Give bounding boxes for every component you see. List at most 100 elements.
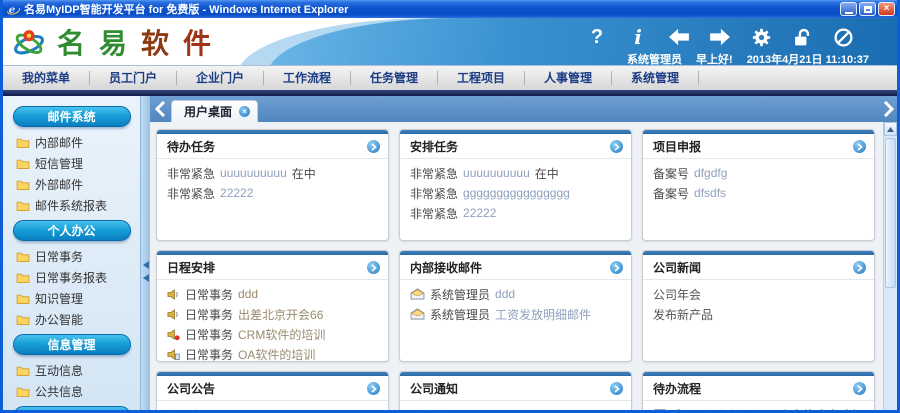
nav-item-hr-mgmt[interactable]: 人事管理 [525, 71, 612, 85]
list-item[interactable]: 日常事务 出差北京开会66 [167, 304, 378, 324]
list-item[interactable]: 非常紧急 22222 [167, 183, 378, 203]
sidebar-section-info-mgmt[interactable]: 信息管理 [12, 334, 131, 355]
nav-item-my-menu[interactable]: 我的菜单 [3, 71, 90, 85]
nav-item-workflow[interactable]: 工作流程 [264, 71, 351, 85]
sidebar-section-personal-office[interactable]: 个人办公 [12, 220, 131, 241]
datetime-text: 2013年4月21日 11:10:37 [746, 54, 869, 65]
tab-close-icon[interactable]: × [239, 106, 251, 117]
block-icon[interactable] [831, 25, 855, 49]
nav-item-project[interactable]: 工程项目 [438, 71, 525, 85]
list-item[interactable]: 系统管理员 工资发放明细邮件 [410, 304, 621, 324]
list-item[interactable]: 备案号 dfsdfs [653, 183, 864, 203]
panel-more-icon[interactable] [610, 140, 623, 153]
panel-more-icon[interactable] [367, 382, 380, 395]
tab-label: 用户桌面 [184, 105, 233, 119]
list-item[interactable]: 任令书 [167, 405, 378, 411]
list-item[interactable]: 公司年会 [653, 284, 864, 304]
settings-gear-icon[interactable] [749, 25, 773, 49]
list-item[interactable]: 系统管理员 ddd [410, 284, 621, 304]
panel-company-news: 公司新闻 公司年会 发布新产品 [642, 250, 875, 362]
scroll-up-icon[interactable] [884, 122, 897, 136]
panel-company-notice: 公司通知 全体大开会 [399, 371, 632, 411]
window-titlebar: e 名易MyIDP智能开发平台 for 免费版 - Windows Intern… [3, 0, 897, 18]
sidebar-item-daily-affairs[interactable]: 日常事务 [3, 246, 140, 267]
panel-project-declaration: 项目申报 备案号 dfgdfg 备案号 dfsdfs [642, 129, 875, 241]
sidebar-item-office-intelligence[interactable]: 办公智能 [3, 309, 140, 330]
sidebar-item-public-info[interactable]: 公共信息 [3, 381, 140, 402]
sidebar-item-sms-mgmt[interactable]: 短信管理 [3, 153, 140, 174]
sidebar-section-personal-mgmt[interactable]: 个人管理 [12, 406, 131, 410]
speaker-icon [167, 308, 180, 321]
panel-more-icon[interactable] [853, 382, 866, 395]
folder-icon [16, 251, 30, 262]
main-area: 用户桌面 × 待办任务 非常紧急 uuuuuuuuuu 在中 非常紧急 22222 [150, 96, 897, 411]
sidebar-item-mail-reports[interactable]: 邮件系统报表 [3, 195, 140, 216]
minimize-button[interactable] [840, 2, 857, 16]
app-header: 名易软件 ? i 系统管理员 早上好! 2013年4月21日 11:10:37 [3, 18, 897, 65]
unlock-icon[interactable] [790, 25, 814, 49]
sidebar-item-interactive-info[interactable]: 互动信息 [3, 360, 140, 381]
logo-text: 名易软件 [57, 27, 226, 60]
list-item[interactable]: 资产终止申请单 资产终止申请起草 [653, 405, 864, 410]
header-toolbar: ? i [585, 25, 855, 49]
folder-icon [16, 365, 30, 376]
sidebar-splitter[interactable] [140, 96, 150, 410]
panel-more-icon[interactable] [853, 140, 866, 153]
tab-scroll-right-icon[interactable] [879, 99, 897, 119]
tab-scroll-left-icon[interactable] [151, 99, 169, 119]
list-item[interactable]: 非常紧急 uuuuuuuuuu 在中 [410, 163, 621, 183]
list-item[interactable]: 非常紧急 22222 [410, 203, 621, 223]
panel-more-icon[interactable] [367, 140, 380, 153]
panel-title: 公司公告 [167, 382, 216, 396]
folder-icon [16, 272, 30, 283]
list-item[interactable]: 日常事务 ddd [167, 284, 378, 304]
info-icon[interactable]: i [626, 25, 650, 49]
sidebar-item-label: 内部邮件 [35, 136, 84, 150]
maximize-icon [863, 5, 872, 13]
panel-more-icon[interactable] [367, 261, 380, 274]
panel-internal-mail: 内部接收邮件 系统管理员 ddd 系统管理员 工资发放明细邮件 [399, 250, 632, 362]
sidebar-item-label: 日常事务报表 [35, 271, 108, 285]
atom-logo-icon [11, 24, 47, 60]
back-arrow-icon[interactable] [667, 25, 691, 49]
panel-title: 待办任务 [167, 140, 216, 154]
list-item[interactable]: 全体大开会 [410, 405, 621, 411]
nav-item-enterprise-portal[interactable]: 企业门户 [177, 71, 264, 85]
nav-item-employee-portal[interactable]: 员工门户 [90, 71, 177, 85]
panel-more-icon[interactable] [853, 261, 866, 274]
scrollbar-thumb[interactable] [885, 138, 896, 288]
list-item[interactable]: 发布新产品 [653, 304, 864, 324]
sidebar-item-internal-mail[interactable]: 内部邮件 [3, 132, 140, 153]
close-icon: × [883, 3, 890, 14]
list-item[interactable]: 非常紧急 uuuuuuuuuu 在中 [167, 163, 378, 183]
panel-more-icon[interactable] [610, 261, 623, 274]
panel-more-icon[interactable] [610, 382, 623, 395]
help-icon[interactable]: ? [585, 25, 609, 49]
forward-arrow-icon[interactable] [708, 25, 732, 49]
list-item[interactable]: 日常事务 OA软件的培训 [167, 344, 378, 361]
list-item[interactable]: 日常事务 CRM软件的培训 [167, 324, 378, 344]
speaker-doc-icon [167, 348, 180, 361]
close-button[interactable]: × [878, 2, 895, 16]
list-item[interactable]: 备案号 dfgdfg [653, 163, 864, 183]
sidebar-item-knowledge-mgmt[interactable]: 知识管理 [3, 288, 140, 309]
sidebar-section-mail[interactable]: 邮件系统 [12, 106, 131, 127]
sidebar: 邮件系统 内部邮件 短信管理 外部邮件 邮件系统报表 个人办公 日常事务 日常事… [3, 96, 140, 410]
current-user: 系统管理员 [627, 54, 683, 65]
maximize-button[interactable] [859, 2, 876, 16]
folder-icon [16, 386, 30, 397]
panel-title: 内部接收邮件 [410, 261, 483, 275]
folder-icon [16, 137, 30, 148]
vertical-scrollbar[interactable] [883, 122, 897, 410]
browser-window: e 名易MyIDP智能开发平台 for 免费版 - Windows Intern… [0, 0, 900, 413]
folder-icon [16, 293, 30, 304]
tab-user-desktop[interactable]: 用户桌面 × [171, 100, 259, 122]
sidebar-item-external-mail[interactable]: 外部邮件 [3, 174, 140, 195]
nav-item-system-mgmt[interactable]: 系统管理 [612, 71, 699, 85]
sidebar-item-daily-affairs-reports[interactable]: 日常事务报表 [3, 267, 140, 288]
list-item[interactable]: 非常紧急 gggggggggggggggg [410, 183, 621, 203]
folder-icon [16, 314, 30, 325]
nav-item-task-mgmt[interactable]: 任务管理 [351, 71, 438, 85]
ie-logo-icon: e [7, 3, 20, 16]
panel-arranged-tasks: 安排任务 非常紧急 uuuuuuuuuu 在中 非常紧急 gggggggggggggg… [399, 129, 632, 241]
